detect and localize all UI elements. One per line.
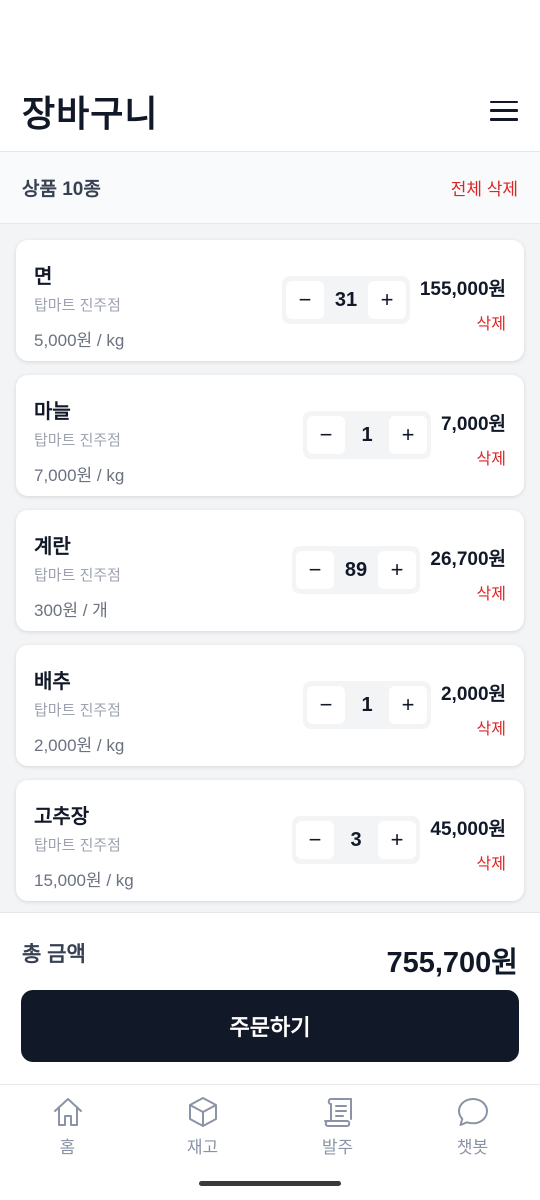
hamburger-menu-icon[interactable] <box>490 100 518 121</box>
home-indicator[interactable] <box>199 1181 341 1186</box>
decrease-quantity-button[interactable]: − <box>307 416 345 454</box>
cart-item-list[interactable]: 면 탑마트 진주점 5,000원 / kg − 31 + 155,000원 삭제… <box>0 224 540 912</box>
quantity-stepper: − 3 + <box>292 816 420 864</box>
total-label: 총 금액 <box>22 943 86 966</box>
delete-item-button[interactable]: 삭제 <box>477 850 506 874</box>
nav-item-home[interactable]: 홈 <box>0 1085 135 1200</box>
nav-label-chatbot: 챗봇 <box>456 1138 489 1157</box>
item-unit-price: 5,000원 / kg <box>34 331 125 350</box>
decrease-quantity-button[interactable]: − <box>296 821 334 859</box>
status-bar-area <box>0 0 540 70</box>
quantity-value: 1 <box>361 693 373 716</box>
quantity-stepper: − 1 + <box>303 411 431 459</box>
quantity-value: 3 <box>350 828 362 851</box>
increase-quantity-button[interactable]: + <box>389 416 427 454</box>
order-summary-footer: 총 금액 755,700원 주문하기 <box>0 912 540 1084</box>
quantity-stepper: − 89 + <box>292 546 420 594</box>
cart-item: 마늘 탑마트 진주점 7,000원 / kg − 1 + 7,000원 삭제 <box>16 375 524 496</box>
nav-label-order: 발주 <box>321 1138 354 1157</box>
scroll-icon <box>323 1098 352 1127</box>
total-value: 755,700원 <box>386 947 518 979</box>
item-name: 마늘 <box>34 401 71 423</box>
app-header: 장바구니 <box>0 70 540 152</box>
item-store: 탑마트 진주점 <box>34 432 121 449</box>
home-icon <box>53 1098 82 1126</box>
quantity-value: 89 <box>344 558 368 581</box>
delete-item-button[interactable]: 삭제 <box>477 580 506 604</box>
item-count: 상품 10종 <box>22 179 101 200</box>
item-total: 45,000원 <box>430 819 506 840</box>
increase-quantity-button[interactable]: + <box>378 551 416 589</box>
item-total: 2,000원 <box>440 684 506 705</box>
quantity-value: 1 <box>361 423 373 446</box>
item-unit-price: 2,000원 / kg <box>34 736 125 755</box>
decrease-quantity-button[interactable]: − <box>286 281 324 319</box>
increase-quantity-button[interactable]: + <box>389 686 427 724</box>
item-unit-price: 300원 / 개 <box>34 601 108 620</box>
quantity-stepper: − 1 + <box>303 681 431 729</box>
item-name: 배추 <box>34 671 71 693</box>
quantity-value: 31 <box>334 288 358 311</box>
page-title: 장바구니 <box>22 92 159 134</box>
item-unit-price: 7,000원 / kg <box>34 466 125 485</box>
decrease-quantity-button[interactable]: − <box>296 551 334 589</box>
chat-bubble-icon <box>457 1098 488 1126</box>
box-icon <box>188 1097 217 1127</box>
item-unit-price: 15,000원 / kg <box>34 871 134 890</box>
cart-item: 계란 탑마트 진주점 300원 / 개 − 89 + 26,700원 삭제 <box>16 510 524 631</box>
item-store: 탑마트 진주점 <box>34 702 121 719</box>
cart-item: 면 탑마트 진주점 5,000원 / kg − 31 + 155,000원 삭제 <box>16 240 524 361</box>
delete-all-button[interactable]: 전체 삭제 <box>451 175 518 200</box>
cart-item: 고추장 탑마트 진주점 15,000원 / kg − 3 + 45,000원 삭… <box>16 780 524 901</box>
delete-item-button[interactable]: 삭제 <box>477 715 506 739</box>
delete-item-button[interactable]: 삭제 <box>477 310 506 334</box>
delete-item-button[interactable]: 삭제 <box>477 445 506 469</box>
increase-quantity-button[interactable]: + <box>378 821 416 859</box>
increase-quantity-button[interactable]: + <box>368 281 406 319</box>
item-total: 26,700원 <box>430 549 506 570</box>
quantity-stepper: − 31 + <box>282 276 410 324</box>
cart-summary-bar: 상품 10종 전체 삭제 <box>0 152 540 224</box>
nav-label-inventory: 재고 <box>186 1138 219 1157</box>
nav-label-home: 홈 <box>59 1138 76 1157</box>
item-total: 7,000원 <box>440 414 506 435</box>
nav-item-chatbot[interactable]: 챗봇 <box>405 1085 540 1200</box>
cart-item: 배추 탑마트 진주점 2,000원 / kg − 1 + 2,000원 삭제 <box>16 645 524 766</box>
item-total: 155,000원 <box>419 279 506 300</box>
order-button[interactable]: 주문하기 <box>21 990 519 1062</box>
decrease-quantity-button[interactable]: − <box>307 686 345 724</box>
